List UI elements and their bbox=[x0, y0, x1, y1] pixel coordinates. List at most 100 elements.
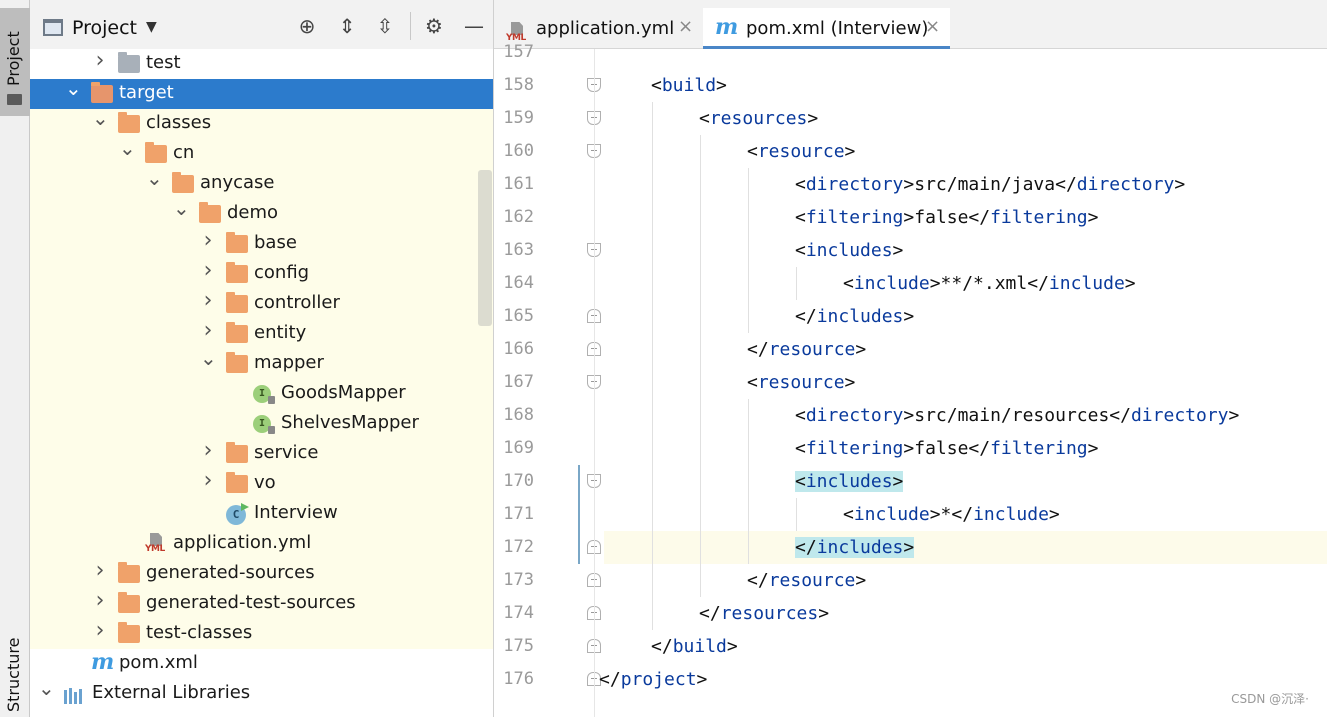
code-line[interactable]: </includes> bbox=[604, 300, 1327, 333]
tree-row-interview[interactable]: C Interview bbox=[30, 499, 493, 529]
tab-pom-xml[interactable]: m pom.xml (Interview) × bbox=[703, 8, 950, 49]
chevron-right-icon[interactable]: › bbox=[200, 230, 216, 252]
close-icon[interactable]: × bbox=[925, 16, 940, 37]
code-line[interactable]: </resource> bbox=[604, 564, 1327, 597]
code-text: <directory>src/main/resources</directory… bbox=[795, 405, 1240, 426]
code-line[interactable]: <includes> bbox=[604, 234, 1327, 267]
folder-icon bbox=[118, 52, 140, 73]
tree-row-generated-sources[interactable]: › generated-sources bbox=[30, 559, 493, 589]
folder-icon bbox=[226, 352, 248, 373]
line-number: 169 bbox=[503, 438, 534, 458]
tree-item-label: target bbox=[119, 82, 174, 103]
tree-row-test-classes[interactable]: › test-classes bbox=[30, 619, 493, 649]
code-line[interactable]: </includes> bbox=[604, 531, 1327, 564]
tree-row-pom-xml[interactable]: m pom.xml bbox=[30, 649, 493, 679]
libraries-icon bbox=[64, 686, 86, 704]
chevron-right-icon[interactable]: › bbox=[92, 620, 108, 642]
code-line[interactable]: </resource> bbox=[604, 333, 1327, 366]
project-window-icon bbox=[43, 19, 63, 36]
chevron-right-icon[interactable]: › bbox=[200, 440, 216, 462]
tree-row-classes[interactable]: ⌄ classes bbox=[30, 108, 493, 139]
tree-row-test[interactable]: › test bbox=[30, 49, 493, 79]
line-number: 162 bbox=[503, 207, 534, 227]
code-line[interactable]: <resource> bbox=[604, 366, 1327, 399]
line-number: 170 bbox=[503, 471, 534, 491]
collapse-all-icon[interactable]: ⇳ bbox=[373, 14, 397, 38]
folder-icon bbox=[199, 202, 221, 223]
chevron-right-icon[interactable]: › bbox=[92, 590, 108, 612]
code-line[interactable]: <include>*</include> bbox=[604, 498, 1327, 531]
code-text: <resource> bbox=[747, 141, 856, 162]
code-line[interactable]: </resources> bbox=[604, 597, 1327, 630]
tree-row-entity[interactable]: › entity bbox=[30, 319, 493, 349]
code-line[interactable]: <includes> bbox=[604, 465, 1327, 498]
tree-row-base[interactable]: › base bbox=[30, 229, 493, 259]
tree-item-label: vo bbox=[254, 472, 276, 493]
vcs-change-marker[interactable] bbox=[578, 465, 580, 564]
code-line[interactable]: <filtering>false</filtering> bbox=[604, 432, 1327, 465]
code-line[interactable]: </project> bbox=[599, 663, 1327, 696]
tree-row-mapper[interactable]: ⌄ mapper bbox=[30, 348, 493, 379]
line-number: 175 bbox=[503, 636, 534, 656]
gear-icon[interactable]: ⚙ bbox=[422, 14, 446, 38]
chevron-down-icon[interactable]: ⌄ bbox=[65, 78, 82, 98]
minimize-icon[interactable]: — bbox=[462, 14, 486, 38]
code-line[interactable]: <directory>src/main/java</directory> bbox=[604, 168, 1327, 201]
close-icon[interactable]: × bbox=[678, 16, 693, 37]
chevron-right-icon[interactable]: › bbox=[92, 50, 108, 72]
tree-item-label: anycase bbox=[200, 172, 275, 193]
tree-row-target[interactable]: ⌄ target bbox=[30, 78, 493, 109]
tree-row-goodsmapper[interactable]: I GoodsMapper bbox=[30, 379, 493, 409]
line-number-gutter: 157 158 159 160 161 162 163 164 165 166 167 168 169 1… bbox=[494, 42, 601, 717]
tree-item-label: service bbox=[254, 442, 319, 463]
code-area[interactable]: <build> <resources> <resource> <directory>s… bbox=[599, 49, 1327, 717]
tree-row-external-libraries[interactable]: ⌄ External Libraries bbox=[30, 678, 493, 709]
folder-icon bbox=[226, 442, 248, 463]
locate-icon[interactable]: ⊕ bbox=[295, 14, 319, 38]
tree-row-anycase[interactable]: ⌄ anycase bbox=[30, 168, 493, 199]
line-number: 157 bbox=[503, 42, 534, 62]
tree-row-cn[interactable]: ⌄ cn bbox=[30, 138, 493, 169]
tree-item-label: config bbox=[254, 262, 310, 283]
folder-icon bbox=[118, 592, 140, 613]
folder-icon bbox=[226, 292, 248, 313]
tree-item-label: classes bbox=[146, 112, 212, 133]
tree-row-shelvesmapper[interactable]: I ShelvesMapper bbox=[30, 409, 493, 439]
code-line[interactable]: <filtering>false</filtering> bbox=[604, 201, 1327, 234]
code-line[interactable]: <build> bbox=[604, 69, 1327, 102]
project-tree-scrollbar[interactable] bbox=[478, 170, 492, 326]
tree-row-application-yml[interactable]: YML application.yml bbox=[30, 529, 493, 559]
line-number: 167 bbox=[503, 372, 534, 392]
chevron-right-icon[interactable]: › bbox=[92, 560, 108, 582]
chevron-right-icon[interactable]: › bbox=[200, 290, 216, 312]
tree-row-demo[interactable]: ⌄ demo bbox=[30, 198, 493, 229]
chevron-down-icon[interactable]: ⌄ bbox=[146, 168, 163, 188]
expand-all-icon[interactable]: ⇕ bbox=[335, 14, 359, 38]
tree-item-label: External Libraries bbox=[92, 682, 251, 703]
matched-tag-highlight: </includes> bbox=[795, 537, 915, 558]
chevron-down-icon[interactable]: ⌄ bbox=[38, 678, 55, 698]
project-tool-button[interactable]: Project bbox=[0, 8, 30, 116]
chevron-down-icon[interactable]: ⌄ bbox=[92, 108, 109, 128]
tree-row-service[interactable]: › service bbox=[30, 439, 493, 469]
chevron-right-icon[interactable]: › bbox=[200, 320, 216, 342]
chevron-down-icon[interactable]: ⌄ bbox=[119, 138, 136, 158]
chevron-down-icon[interactable]: ▼ bbox=[146, 19, 157, 35]
tree-item-label: generated-test-sources bbox=[146, 592, 356, 613]
tree-row-config[interactable]: › config bbox=[30, 259, 493, 289]
code-line[interactable]: </build> bbox=[604, 630, 1327, 663]
chevron-down-icon[interactable]: ⌄ bbox=[173, 198, 190, 218]
project-view-selector[interactable]: Project bbox=[72, 17, 137, 39]
code-line[interactable]: <resources> bbox=[604, 102, 1327, 135]
chevron-right-icon[interactable]: › bbox=[200, 470, 216, 492]
chevron-right-icon[interactable]: › bbox=[200, 260, 216, 282]
code-line[interactable]: <include>**/*.xml</include> bbox=[604, 267, 1327, 300]
structure-tool-button[interactable]: Structure bbox=[0, 600, 30, 717]
tree-row-controller[interactable]: › controller bbox=[30, 289, 493, 319]
project-tree: › test ⌄ target ⌄ classes ⌄ cn ⌄ anycase ⌄ demo › bas… bbox=[30, 49, 493, 717]
code-line[interactable]: <resource> bbox=[604, 135, 1327, 168]
tree-row-vo[interactable]: › vo bbox=[30, 469, 493, 499]
tree-row-generated-test-sources[interactable]: › generated-test-sources bbox=[30, 589, 493, 619]
chevron-down-icon[interactable]: ⌄ bbox=[200, 348, 217, 368]
code-line[interactable]: <directory>src/main/resources</directory… bbox=[604, 399, 1327, 432]
